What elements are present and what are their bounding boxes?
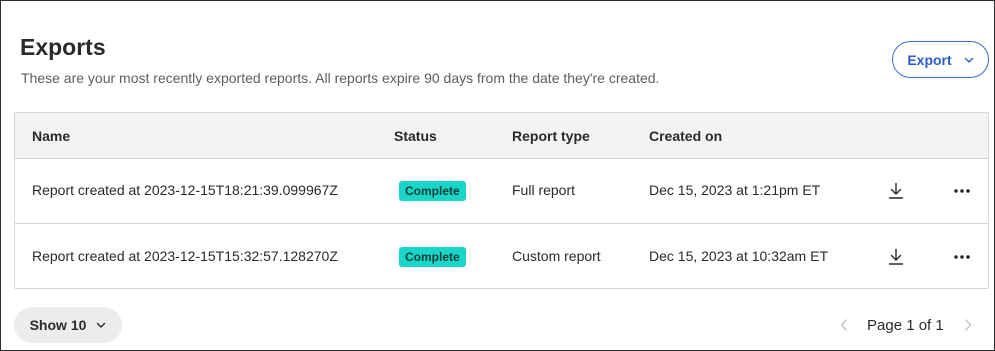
report-name: Report created at 2023-12-15T18:21:39.09… — [32, 182, 338, 198]
table-row: Report created at 2023-12-15T15:32:57.12… — [15, 225, 988, 288]
column-header-name: Name — [32, 128, 71, 144]
exports-panel: Exports These are your most recently exp… — [0, 0, 995, 351]
status-badge: Complete — [399, 181, 466, 201]
column-header-status: Status — [394, 128, 437, 144]
report-name: Report created at 2023-12-15T15:32:57.12… — [32, 248, 338, 264]
report-type: Full report — [512, 182, 576, 198]
column-header-report-type: Report type — [512, 128, 590, 144]
table-header: Name Status Report type Created on — [15, 113, 988, 159]
more-horizontal-icon[interactable] — [951, 246, 973, 268]
status-badge: Complete — [399, 247, 466, 267]
show-per-page-label: Show 10 — [29, 317, 87, 333]
download-icon[interactable] — [885, 180, 907, 202]
chevron-down-icon — [96, 320, 106, 330]
chevron-right-icon[interactable] — [961, 317, 975, 333]
table-row: Report created at 2023-12-15T18:21:39.09… — [15, 159, 988, 224]
page-title: Exports — [20, 34, 106, 60]
created-on: Dec 15, 2023 at 1:21pm ET — [649, 182, 821, 198]
export-button-label: Export — [907, 51, 952, 68]
chevron-down-icon — [964, 55, 974, 65]
exports-table: Name Status Report type Created on Repor… — [14, 112, 989, 289]
created-on: Dec 15, 2023 at 10:32am ET — [649, 248, 828, 264]
download-icon[interactable] — [885, 246, 907, 268]
show-per-page-button[interactable]: Show 10 — [14, 307, 122, 343]
page-indicator: Page 1 of 1 — [867, 317, 944, 334]
column-header-created-on: Created on — [649, 128, 723, 144]
report-type: Custom report — [512, 248, 601, 264]
page-subtitle: These are your most recently exported re… — [21, 70, 660, 86]
more-horizontal-icon[interactable] — [951, 180, 973, 202]
export-button[interactable]: Export — [892, 41, 989, 78]
chevron-left-icon[interactable] — [837, 317, 851, 333]
